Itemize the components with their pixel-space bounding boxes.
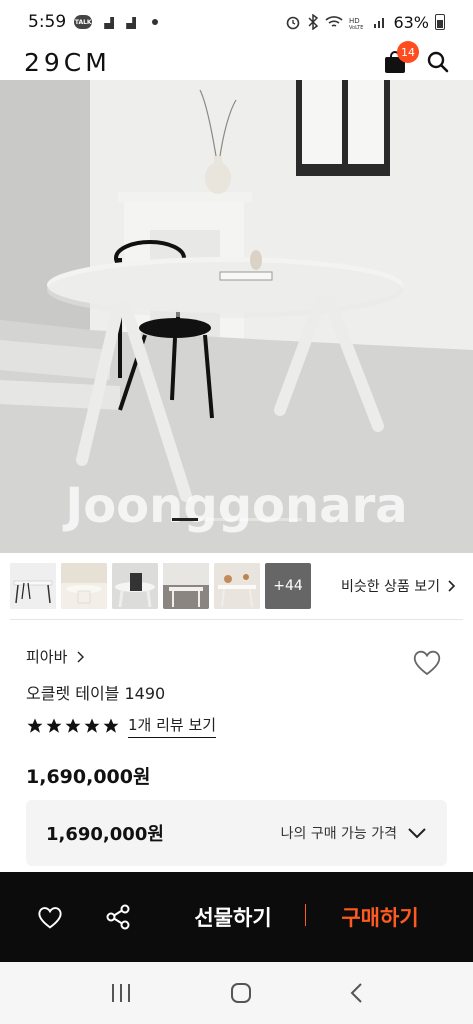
- home-icon[interactable]: [230, 982, 252, 1004]
- wifi-icon: [325, 16, 343, 27]
- thumbnail-2[interactable]: [61, 563, 107, 609]
- thumbnail-3[interactable]: [112, 563, 158, 609]
- similar-products-link[interactable]: 비슷한 상품 보기: [341, 576, 470, 596]
- heart-icon: [38, 907, 62, 929]
- thumbnail-strip: +44 비슷한 상품 보기: [10, 562, 470, 610]
- alarm-icon: [287, 16, 300, 30]
- star-icon: [27, 718, 43, 733]
- chevron-down-icon: [408, 828, 426, 839]
- svg-text:HD: HD: [349, 17, 360, 25]
- wishlist-button[interactable]: [34, 872, 66, 962]
- rating-stars: [26, 717, 120, 735]
- notification-icon: [100, 15, 114, 29]
- cart-count-badge: 14: [397, 41, 419, 63]
- system-nav-bar: [0, 962, 473, 1024]
- logo[interactable]: 29CM: [24, 48, 111, 77]
- brand-link[interactable]: 피아바: [26, 646, 85, 667]
- thumbnail-4[interactable]: [163, 563, 209, 609]
- back-icon[interactable]: [349, 982, 365, 1004]
- thumbnail-5[interactable]: [214, 563, 260, 609]
- bottom-action-bar: 선물하기 구매하기: [0, 872, 473, 962]
- brand-name: 피아바: [26, 648, 68, 666]
- app-header: 29CM 14: [0, 41, 473, 80]
- star-icon: [103, 718, 119, 733]
- share-button[interactable]: [104, 872, 132, 962]
- star-icon: [65, 718, 81, 733]
- battery-icon: [435, 14, 445, 30]
- search-icon[interactable]: [427, 51, 449, 73]
- divider: [10, 619, 463, 620]
- recent-apps-icon[interactable]: [109, 982, 133, 1004]
- product-image-carousel[interactable]: Joonggonara: [0, 80, 473, 553]
- more-notifications-icon: [152, 19, 159, 25]
- action-divider: [305, 904, 306, 926]
- thumbnail-more-label: +44: [273, 578, 303, 594]
- notification-icon-2: [122, 15, 136, 29]
- thumbnail-1[interactable]: [10, 563, 56, 609]
- svg-text:VoLTE: VoLTE: [349, 25, 363, 29]
- cart-button[interactable]: 14: [385, 41, 419, 73]
- chevron-right-icon: [448, 580, 456, 592]
- kakaotalk-icon: TALK: [74, 15, 93, 29]
- purchasable-price-value: 1,690,000원: [46, 824, 164, 845]
- hd-volte-icon: HDVoLTE: [349, 17, 363, 29]
- product-price: 1,690,000원: [26, 766, 151, 788]
- wishlist-heart-icon[interactable]: [411, 646, 443, 678]
- purchasable-price-label: 나의 구매 가능 가격: [280, 826, 397, 842]
- chevron-right-icon: [77, 651, 85, 662]
- status-bar: 5:59 TALK HD VoLTE 63%: [0, 0, 473, 44]
- star-icon: [46, 718, 62, 733]
- carousel-pager: [172, 518, 302, 521]
- pager-active-indicator: [172, 518, 198, 521]
- watermark: Joonggonara: [65, 478, 408, 534]
- product-name: 오클렛 테이블 1490: [26, 684, 166, 703]
- status-time: 5:59: [28, 12, 67, 32]
- review-link[interactable]: 1개 리뷰 보기: [128, 714, 217, 738]
- gift-button[interactable]: 선물하기: [178, 872, 288, 962]
- signal-icon: [374, 18, 385, 28]
- purchasable-price-box[interactable]: 1,690,000원 나의 구매 가능 가격: [26, 800, 447, 866]
- battery-percent: 63%: [393, 12, 429, 32]
- buy-button[interactable]: 구매하기: [320, 872, 440, 962]
- rating-row: 1개 리뷰 보기: [26, 714, 217, 738]
- star-icon: [84, 718, 100, 733]
- similar-products-label: 비슷한 상품 보기: [340, 579, 440, 595]
- bluetooth-icon: [308, 14, 319, 30]
- thumbnail-more[interactable]: +44: [265, 563, 311, 609]
- share-icon: [106, 904, 130, 930]
